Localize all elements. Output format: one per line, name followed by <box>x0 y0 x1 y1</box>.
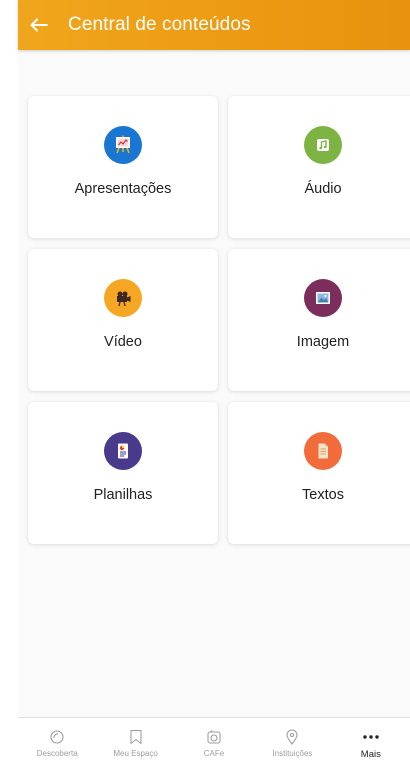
nav-item-mais[interactable]: Mais <box>332 718 410 760</box>
bookmark-icon <box>130 729 142 745</box>
arrow-left-icon <box>30 18 48 32</box>
content-type-grid: Apresentações Áudio Vídeo Imagem Planilh… <box>28 96 410 544</box>
spreadsheet-icon <box>104 432 142 470</box>
content-card-apresentacoes[interactable]: Apresentações <box>28 96 218 238</box>
content-card-planilhas[interactable]: Planilhas <box>28 402 218 544</box>
content-card-label: Planilhas <box>93 487 153 503</box>
document-icon <box>304 432 342 470</box>
more-dots-icon <box>363 735 379 739</box>
left-margin <box>0 0 18 766</box>
image-icon <box>304 279 342 317</box>
cafe-icon <box>207 730 221 744</box>
discover-icon <box>50 730 64 744</box>
back-button[interactable] <box>24 10 54 40</box>
content-card-imagem[interactable]: Imagem <box>228 249 410 391</box>
content-card-label: Vídeo <box>104 334 142 350</box>
content-card-label: Textos <box>302 487 344 503</box>
music-note-icon <box>304 126 342 164</box>
nav-label: Descoberta <box>36 749 78 758</box>
bottom-navigation: Descoberta Meu Espaço CAFe Instituições … <box>18 717 410 766</box>
nav-label: CAFe <box>203 749 225 758</box>
app-header: Central de conteúdos <box>18 0 410 50</box>
content-card-textos[interactable]: Textos <box>228 402 410 544</box>
page-title: Central de conteúdos <box>68 14 251 35</box>
content-card-label: Áudio <box>304 181 342 197</box>
nav-label: Instituições <box>272 749 313 758</box>
content-card-audio[interactable]: Áudio <box>228 96 410 238</box>
nav-label: Mais <box>360 749 381 760</box>
nav-label: Meu Espaço <box>113 749 158 758</box>
nav-item-descoberta[interactable]: Descoberta <box>18 718 96 758</box>
presentation-icon <box>104 126 142 164</box>
nav-item-meu-espaco[interactable]: Meu Espaço <box>96 718 174 758</box>
content-card-label: Imagem <box>296 334 350 350</box>
video-camera-icon <box>104 279 142 317</box>
app-screen: Central de conteúdos Apresentações Áudio… <box>0 0 410 766</box>
location-pin-icon <box>286 729 298 745</box>
content-card-label: Apresentações <box>74 181 172 197</box>
nav-item-cafe[interactable]: CAFe <box>175 718 253 758</box>
content-card-video[interactable]: Vídeo <box>28 249 218 391</box>
nav-item-instituicoes[interactable]: Instituições <box>253 718 331 758</box>
